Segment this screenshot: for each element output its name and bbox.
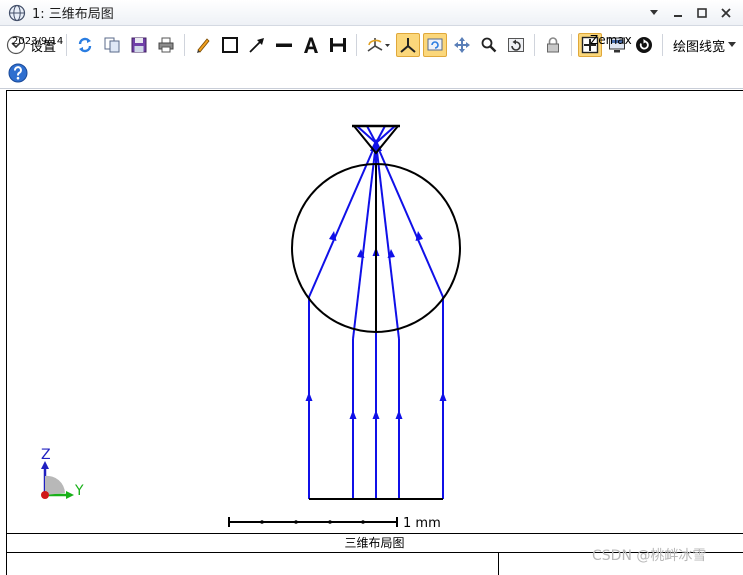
axis-y-label: Y [74, 483, 84, 499]
toolbar-separator [356, 34, 358, 56]
line-width-dropdown[interactable]: 绘图线宽 [673, 36, 737, 55]
csdn-watermark: CSDN @桃衅冰雪 [592, 548, 707, 564]
table-divider [498, 553, 499, 575]
pan-button[interactable] [450, 33, 474, 57]
dropdown-button[interactable] [647, 6, 661, 20]
maximize-icon [697, 7, 707, 18]
axes-icon [400, 38, 416, 53]
axis-triad [41, 461, 74, 499]
plot-info-date: 2023/9/14 [12, 36, 64, 47]
ray-segment [375, 142, 444, 298]
line-icon [276, 43, 293, 47]
ray-arrow [305, 392, 313, 401]
ray-segment [352, 142, 377, 340]
triangle-down-icon [728, 42, 737, 47]
y-axis-arrow [66, 491, 74, 499]
window-controls [647, 6, 733, 20]
toolbar-separator [184, 34, 186, 56]
power-button[interactable] [632, 33, 656, 57]
layout-plot-area[interactable]: Z Y 1 mm [6, 90, 743, 575]
ray-arrow [439, 392, 447, 401]
zemax-window: 1: 三维布局图 设置 绘图线宽 Z Y 1 mm 三维布局图 2023/9/1… [0, 0, 743, 575]
close-icon [721, 7, 731, 18]
undo-view-icon [508, 38, 525, 52]
rectangle-icon [222, 37, 239, 53]
help-button[interactable] [8, 63, 28, 86]
lens-app-icon [8, 4, 26, 21]
layout-drawing: Z Y 1 mm [41, 124, 461, 531]
scale-bar-label: 1 mm [403, 516, 441, 531]
help-icon [8, 63, 28, 82]
title-bar: 1: 三维布局图 [0, 0, 743, 26]
ray-arrow [372, 410, 380, 419]
magnifier-icon [481, 37, 497, 53]
toolbar-separator [571, 34, 573, 56]
screen-refresh-icon [427, 38, 443, 51]
axis-shadow [45, 475, 65, 495]
minimize-icon [674, 14, 682, 17]
refresh-button[interactable] [73, 33, 97, 57]
draw-dimension-button[interactable] [326, 33, 350, 57]
power-refresh-icon [636, 37, 653, 53]
pencil-icon [197, 38, 210, 53]
zoom-button[interactable] [477, 33, 501, 57]
text-a-icon [304, 37, 319, 53]
triangle-down-icon [650, 9, 658, 15]
dimension-icon [330, 38, 347, 52]
window-title: 1: 三维布局图 [32, 7, 114, 22]
close-button[interactable] [719, 6, 733, 20]
print-button[interactable] [154, 33, 178, 57]
scale-bar [228, 517, 398, 527]
draw-line-button[interactable] [272, 33, 296, 57]
axis-z-label: Z [41, 447, 51, 463]
save-icon [131, 37, 147, 53]
toolbar-separator [662, 34, 664, 56]
draw-arrow-button[interactable] [245, 33, 269, 57]
maximize-button[interactable] [695, 6, 709, 20]
toolbar-row-help [8, 63, 28, 85]
ray-arrow [395, 410, 403, 419]
plot-info-company: Zemax [590, 33, 632, 47]
save-button[interactable] [127, 33, 151, 57]
toolbar-separator [534, 34, 536, 56]
lock-icon [547, 37, 560, 53]
move-arrows-icon [454, 37, 471, 53]
draw-rectangle-button[interactable] [218, 33, 242, 57]
ray-segment [366, 125, 377, 144]
minimize-button[interactable] [671, 6, 685, 20]
lock-button[interactable] [541, 33, 565, 57]
copy-icon [104, 37, 120, 53]
axes-view-button[interactable] [396, 33, 421, 57]
reset-view-button[interactable] [504, 33, 528, 57]
arrow-icon [249, 38, 265, 53]
rotate-view-button[interactable] [363, 33, 393, 57]
ray-segment [375, 125, 386, 144]
printer-icon [158, 37, 174, 53]
toolbar-separator [66, 34, 68, 56]
origin-marker [41, 491, 49, 499]
ray-segment [375, 142, 400, 340]
draw-pencil-button[interactable] [191, 33, 215, 57]
ray-segment [308, 142, 377, 298]
line-width-label: 绘图线宽 [673, 39, 726, 55]
copy-button[interactable] [100, 33, 124, 57]
axes-rotate-icon [367, 38, 391, 52]
refresh-icon [78, 37, 92, 53]
ray-arrow [349, 410, 357, 419]
auto-apply-button[interactable] [423, 33, 448, 57]
draw-text-button[interactable] [299, 33, 323, 57]
